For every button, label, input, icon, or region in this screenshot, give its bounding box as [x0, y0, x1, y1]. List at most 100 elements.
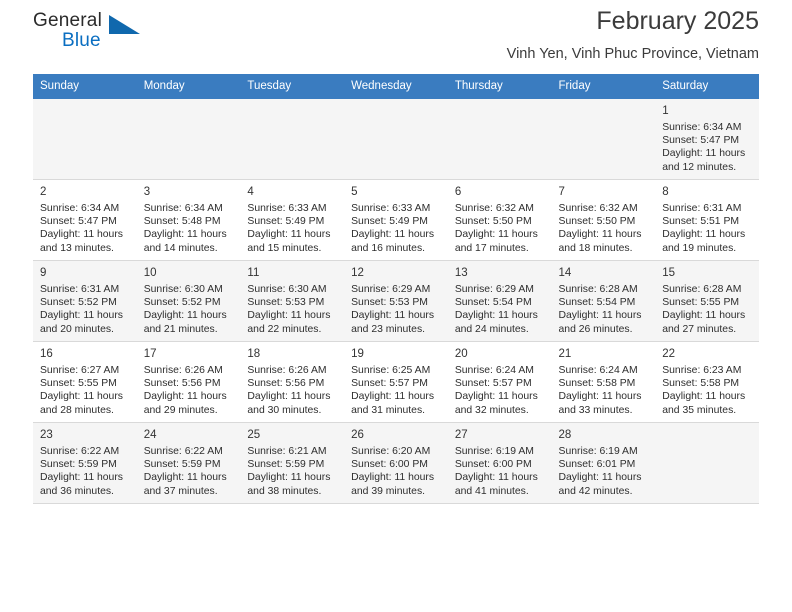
daylight-text-line-1: Daylight: 11 hours: [351, 391, 435, 403]
daylight-text-line-2: and 24 minutes.: [454, 323, 529, 335]
day-sun-info: Sunrise: 6:33 AM Sunset: 5:49 PM Daylight:…: [247, 202, 338, 255]
day-sun-info: Sunrise: 6:33 AM Sunset: 5:49 PM Daylight:…: [351, 202, 442, 255]
daylight-text-line-2: and 12 minutes.: [662, 161, 737, 173]
day-number: 26: [351, 429, 364, 441]
day-cell-content: 13 Sunrise: 6:29 AM Sunset: 5:54 PM Dayligh…: [448, 261, 552, 336]
sunset-text: Sunset: 5:52 PM: [143, 297, 221, 309]
daylight-text-line-1: Daylight: 11 hours: [558, 310, 642, 322]
day-sun-info: Sunrise: 6:20 AM Sunset: 6:00 PM Daylight:…: [351, 445, 442, 498]
sunrise-text: Sunrise: 6:29 AM: [351, 284, 431, 295]
daylight-text-line-2: and 28 minutes.: [40, 404, 114, 416]
daylight-text-line-1: Daylight: 11 hours: [143, 229, 227, 241]
calendar-day-cell[interactable]: 18 Sunrise: 6:26 AM Sunset: 5:56 PM Dayligh…: [240, 341, 345, 423]
logo-text-blue: Blue: [62, 30, 101, 51]
daylight-text-line-1: Daylight: 11 hours: [662, 148, 746, 160]
calendar-day-cell[interactable]: 21 Sunrise: 6:24 AM Sunset: 5:58 PM Dayligh…: [551, 341, 656, 423]
calendar-day-cell[interactable]: 22 Sunrise: 6:23 AM Sunset: 5:58 PM Dayligh…: [655, 341, 759, 423]
general-blue-logo[interactable]: General Blue: [33, 10, 153, 58]
daylight-text-line-1: Daylight: 11 hours: [40, 229, 123, 241]
day-number: 11: [247, 267, 260, 279]
sunset-text: Sunset: 5:53 PM: [351, 297, 428, 309]
calendar-day-cell-empty: [344, 99, 448, 180]
weekday-header-friday: Friday: [551, 74, 656, 99]
day-sun-info: Sunrise: 6:30 AM Sunset: 5:52 PM Daylight:…: [144, 283, 235, 336]
calendar-day-cell[interactable]: 17 Sunrise: 6:26 AM Sunset: 5:56 PM Dayligh…: [136, 341, 241, 423]
calendar-day-cell[interactable]: 1 Sunrise: 6:34 AM Sunset: 5:47 PM Daylight…: [655, 99, 759, 180]
sunrise-text: Sunrise: 6:28 AM: [558, 284, 638, 295]
calendar-day-cell[interactable]: 10 Sunrise: 6:30 AM Sunset: 5:52 PM Dayligh…: [136, 260, 241, 342]
weekday-header-wednesday: Wednesday: [344, 74, 448, 99]
daylight-text-line-2: and 23 minutes.: [351, 323, 426, 335]
sunset-text: Sunset: 5:57 PM: [454, 378, 532, 390]
daylight-text-line-1: Daylight: 11 hours: [454, 472, 538, 484]
day-number: 27: [454, 429, 468, 441]
day-sun-info: Sunrise: 6:29 AM Sunset: 5:53 PM Daylight:…: [351, 283, 442, 336]
day-cell-content: [240, 99, 344, 174]
calendar-day-cell[interactable]: 27 Sunrise: 6:19 AM Sunset: 6:00 PM Dayligh…: [447, 422, 552, 504]
sunset-text: Sunset: 5:54 PM: [558, 297, 636, 309]
weekday-header-thursday: Thursday: [447, 74, 552, 99]
day-number: 21: [558, 348, 572, 360]
sunset-text: Sunset: 5:59 PM: [247, 459, 325, 471]
daylight-text-line-1: Daylight: 11 hours: [40, 391, 123, 403]
calendar-day-cell[interactable]: 26 Sunrise: 6:20 AM Sunset: 6:00 PM Dayligh…: [344, 422, 448, 504]
calendar-day-cell[interactable]: 15 Sunrise: 6:28 AM Sunset: 5:55 PM Dayligh…: [655, 260, 759, 342]
daylight-text-line-1: Daylight: 11 hours: [247, 472, 331, 484]
calendar-day-cell[interactable]: 2 Sunrise: 6:34 AM Sunset: 5:47 PM Daylight…: [33, 179, 137, 261]
calendar-day-cell[interactable]: 11 Sunrise: 6:30 AM Sunset: 5:53 PM Dayligh…: [240, 260, 345, 342]
sunrise-text: Sunrise: 6:26 AM: [143, 365, 223, 376]
sunset-text: Sunset: 5:56 PM: [247, 378, 325, 390]
weekday-header-monday: Monday: [136, 74, 241, 99]
calendar-day-cell[interactable]: 12 Sunrise: 6:29 AM Sunset: 5:53 PM Dayligh…: [344, 260, 448, 342]
day-cell-content: 8 Sunrise: 6:31 AM Sunset: 5:51 PM Daylight…: [655, 180, 759, 255]
daylight-text-line-2: and 22 minutes.: [247, 323, 322, 335]
day-sun-info: Sunrise: 6:29 AM Sunset: 5:54 PM Daylight:…: [455, 283, 546, 336]
calendar-day-cell[interactable]: 25 Sunrise: 6:21 AM Sunset: 5:59 PM Dayligh…: [240, 422, 345, 504]
calendar-day-cell[interactable]: 6 Sunrise: 6:32 AM Sunset: 5:50 PM Daylight…: [447, 179, 552, 261]
day-number: 6: [454, 186, 462, 198]
day-cell-content: [552, 99, 656, 174]
sunset-text: Sunset: 5:55 PM: [662, 297, 740, 309]
calendar-day-cell[interactable]: 19 Sunrise: 6:25 AM Sunset: 5:57 PM Dayligh…: [344, 341, 448, 423]
calendar-day-cell[interactable]: 8 Sunrise: 6:31 AM Sunset: 5:51 PM Daylight…: [655, 179, 759, 261]
calendar-day-cell[interactable]: 16 Sunrise: 6:27 AM Sunset: 5:55 PM Dayligh…: [33, 341, 137, 423]
calendar-day-cell[interactable]: 13 Sunrise: 6:29 AM Sunset: 5:54 PM Dayligh…: [447, 260, 552, 342]
day-cell-content: 26 Sunrise: 6:20 AM Sunset: 6:00 PM Dayligh…: [344, 423, 448, 498]
day-number: 3: [143, 186, 151, 198]
weekday-header-sunday: Sunday: [33, 74, 137, 99]
calendar-day-cell[interactable]: 24 Sunrise: 6:22 AM Sunset: 5:59 PM Dayligh…: [136, 422, 241, 504]
sunset-text: Sunset: 5:50 PM: [454, 216, 532, 228]
sunrise-text: Sunrise: 6:30 AM: [143, 284, 223, 295]
daylight-text-line-2: and 15 minutes.: [247, 242, 322, 254]
calendar-day-cell[interactable]: 9 Sunrise: 6:31 AM Sunset: 5:52 PM Daylight…: [33, 260, 137, 342]
calendar-day-cell[interactable]: 28 Sunrise: 6:19 AM Sunset: 6:01 PM Dayligh…: [551, 422, 656, 504]
day-sun-info: Sunrise: 6:26 AM Sunset: 5:56 PM Daylight:…: [247, 364, 338, 417]
daylight-text-line-1: Daylight: 11 hours: [558, 472, 642, 484]
daylight-text-line-2: and 36 minutes.: [40, 485, 114, 497]
calendar-day-cell[interactable]: 14 Sunrise: 6:28 AM Sunset: 5:54 PM Dayligh…: [551, 260, 656, 342]
day-cell-content: 23 Sunrise: 6:22 AM Sunset: 5:59 PM Dayligh…: [33, 423, 137, 498]
calendar-day-cell[interactable]: 7 Sunrise: 6:32 AM Sunset: 5:50 PM Daylight…: [551, 179, 656, 261]
day-number: 18: [247, 348, 261, 360]
day-cell-content: 20 Sunrise: 6:24 AM Sunset: 5:57 PM Dayligh…: [448, 342, 552, 417]
calendar-day-cell-empty: [551, 99, 656, 180]
page-title: February 2025: [596, 7, 759, 35]
sunrise-text: Sunrise: 6:24 AM: [454, 365, 534, 376]
calendar-day-cell[interactable]: 23 Sunrise: 6:22 AM Sunset: 5:59 PM Dayligh…: [33, 422, 137, 504]
daylight-text-line-1: Daylight: 11 hours: [558, 391, 642, 403]
sunrise-text: Sunrise: 6:32 AM: [454, 203, 534, 214]
day-cell-content: 9 Sunrise: 6:31 AM Sunset: 5:52 PM Daylight…: [33, 261, 137, 336]
daylight-text-line-2: and 32 minutes.: [454, 404, 529, 416]
day-cell-content: 15 Sunrise: 6:28 AM Sunset: 5:55 PM Dayligh…: [655, 261, 759, 336]
calendar-day-cell[interactable]: 20 Sunrise: 6:24 AM Sunset: 5:57 PM Dayligh…: [447, 341, 552, 423]
day-sun-info: Sunrise: 6:24 AM Sunset: 5:58 PM Daylight:…: [559, 364, 650, 417]
day-sun-info: Sunrise: 6:31 AM Sunset: 5:51 PM Daylight:…: [662, 202, 753, 255]
sunrise-text: Sunrise: 6:21 AM: [247, 446, 327, 457]
sunrise-text: Sunrise: 6:30 AM: [247, 284, 327, 295]
calendar-day-cell[interactable]: 5 Sunrise: 6:33 AM Sunset: 5:49 PM Daylight…: [344, 179, 448, 261]
calendar-day-cell[interactable]: 3 Sunrise: 6:34 AM Sunset: 5:48 PM Daylight…: [136, 179, 241, 261]
daylight-text-line-1: Daylight: 11 hours: [247, 229, 331, 241]
calendar-body: 1 Sunrise: 6:34 AM Sunset: 5:47 PM Daylight…: [33, 99, 759, 504]
sunrise-text: Sunrise: 6:22 AM: [143, 446, 223, 457]
calendar-day-cell[interactable]: 4 Sunrise: 6:33 AM Sunset: 5:49 PM Daylight…: [240, 179, 345, 261]
